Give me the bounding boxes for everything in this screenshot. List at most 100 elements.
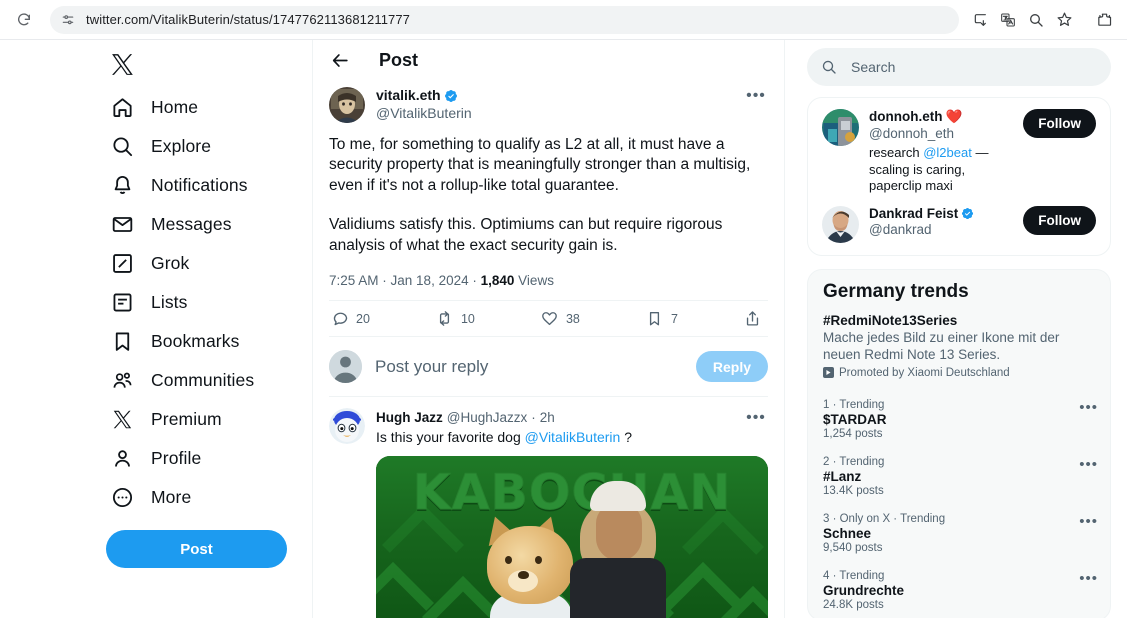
- toolbar-actions: [967, 7, 1117, 33]
- trend-more-options-icon[interactable]: •••: [1079, 456, 1098, 473]
- sidebar-item-label: Messages: [151, 214, 232, 234]
- x-icon: [110, 408, 134, 432]
- trend-item[interactable]: 4 · Trending Grundrechte 24.8K posts •••: [808, 563, 1110, 618]
- sidebar-item-bookmarks[interactable]: Bookmarks: [105, 322, 312, 361]
- trends-card: Germany trends #RedmiNote13Series Mache …: [807, 268, 1111, 618]
- address-bar[interactable]: twitter.com/VitalikButerin/status/174776…: [50, 5, 959, 34]
- reply-display-name: Hugh Jazz: [376, 409, 443, 425]
- post-action-bar: 20 10 38 7: [329, 300, 768, 338]
- post-more-options-icon[interactable]: •••: [744, 87, 768, 105]
- verified-badge-icon: [444, 89, 458, 103]
- sidebar-item-label: More: [151, 487, 192, 507]
- post-paragraph: Validiums satisfy this. Optimiums can bu…: [329, 216, 723, 254]
- repost-count: 10: [460, 311, 475, 326]
- search-box[interactable]: [807, 48, 1111, 86]
- post-button[interactable]: Post: [106, 530, 287, 568]
- sidebar-item-home[interactable]: Home: [105, 88, 312, 127]
- like-action[interactable]: 38: [541, 310, 580, 328]
- sidebar-item-label: Explore: [151, 136, 212, 156]
- follow-suggestion-row[interactable]: donnoh.eth ❤️ @donnoh_eth research @l2be…: [808, 98, 1110, 204]
- promoted-trend[interactable]: #RedmiNote13Series Mache jedes Bild zu e…: [808, 310, 1110, 392]
- trends-title: Germany trends: [823, 280, 969, 302]
- author-names: vitalik.eth @VitalikButerin: [376, 87, 744, 122]
- post-paragraph: To me, for something to qualify as L2 at…: [329, 136, 751, 194]
- search-input[interactable]: [851, 59, 1097, 75]
- search-icon: [110, 135, 134, 159]
- sidebar-item-profile[interactable]: Profile: [105, 439, 312, 478]
- reply-more-options-icon[interactable]: •••: [744, 408, 768, 426]
- bookmark-star-icon[interactable]: [1051, 7, 1077, 33]
- avatar[interactable]: [822, 109, 859, 146]
- trend-more-options-icon[interactable]: •••: [1079, 513, 1098, 530]
- reply-count: 20: [356, 311, 370, 326]
- envelope-icon: [110, 213, 134, 237]
- zoom-search-icon[interactable]: [1023, 7, 1049, 33]
- who-to-follow-card: donnoh.eth ❤️ @donnoh_eth research @l2be…: [807, 97, 1111, 256]
- translate-icon[interactable]: [995, 7, 1021, 33]
- trend-item[interactable]: 1 · Trending $TARDAR 1,254 posts •••: [808, 392, 1110, 449]
- site-settings-icon[interactable]: [60, 12, 76, 28]
- like-count: 38: [565, 311, 580, 326]
- follow-button[interactable]: Follow: [1023, 205, 1096, 235]
- follow-suggestion-bio: research @l2beat — scaling is caring, pa…: [869, 142, 1015, 195]
- sidebar-item-more[interactable]: More: [105, 478, 312, 517]
- url-text: twitter.com/VitalikButerin/status/174776…: [86, 12, 411, 27]
- post-time: 7:25 AM: [329, 273, 379, 289]
- reply-button[interactable]: Reply: [695, 351, 768, 383]
- install-app-icon[interactable]: [967, 7, 993, 33]
- share-icon: [744, 310, 762, 328]
- bookmark-action[interactable]: 7: [646, 310, 678, 328]
- person-figure: [558, 481, 676, 618]
- author-display-name-row: vitalik.eth: [376, 87, 744, 105]
- bell-icon: [110, 174, 134, 198]
- extensions-icon[interactable]: [1091, 7, 1117, 33]
- sidebar-item-grok[interactable]: Grok: [105, 244, 312, 283]
- trend-name: Schnee: [823, 525, 872, 541]
- reload-icon[interactable]: [10, 6, 38, 34]
- trend-item[interactable]: 3 · Only on X · Trending Schnee 9,540 po…: [808, 506, 1110, 563]
- author-handle: @VitalikButerin: [376, 104, 472, 121]
- sidebar-item-premium[interactable]: Premium: [105, 400, 312, 439]
- trend-post-count: 1,254 posts: [823, 427, 883, 440]
- share-action[interactable]: [744, 310, 762, 328]
- reply-action[interactable]: 20: [331, 310, 370, 328]
- back-arrow-icon[interactable]: [329, 49, 351, 71]
- sidebar-item-messages[interactable]: Messages: [105, 205, 312, 244]
- views-label: Views: [518, 273, 554, 289]
- reply-mention-link[interactable]: @VitalikButerin: [525, 429, 621, 445]
- views-count: 1,840: [480, 273, 515, 289]
- reply-text-before: Is this your favorite dog: [376, 429, 525, 446]
- follow-suggestion-row[interactable]: Dankrad Feist @dankrad Follow: [808, 204, 1110, 255]
- x-logo[interactable]: [105, 42, 151, 86]
- sidebar-item-explore[interactable]: Explore: [105, 127, 312, 166]
- trend-more-options-icon[interactable]: •••: [1079, 570, 1098, 587]
- sidebar-item-label: Lists: [151, 292, 188, 312]
- trend-item[interactable]: 2 · Trending #Lanz 13.4K posts •••: [808, 449, 1110, 506]
- heart-emoji-icon: ❤️: [945, 109, 963, 124]
- trend-name: #Lanz: [823, 468, 862, 484]
- repost-action[interactable]: 10: [436, 310, 475, 328]
- reply-input[interactable]: [375, 356, 683, 377]
- avatar[interactable]: [329, 350, 362, 384]
- right-sidebar: donnoh.eth ❤️ @donnoh_eth research @l2be…: [785, 40, 1127, 618]
- promoted-badge-icon: [823, 367, 834, 379]
- meta-separator: ·: [468, 273, 481, 289]
- avatar[interactable]: [329, 87, 365, 123]
- repost-icon: [436, 310, 454, 328]
- browser-toolbar: twitter.com/VitalikButerin/status/174776…: [0, 0, 1127, 40]
- bio-mention-link[interactable]: @l2beat: [923, 145, 972, 160]
- sidebar-item-lists[interactable]: Lists: [105, 283, 312, 322]
- sidebar-item-notifications[interactable]: Notifications: [105, 166, 312, 205]
- post-column: Post vitalik.eth @VitalikButerin ••• To …: [313, 40, 785, 618]
- reply-media-image[interactable]: KABOCHAN: [376, 456, 768, 618]
- trend-name: $TARDAR: [823, 411, 887, 427]
- trend-post-count: 24.8K posts: [823, 598, 884, 611]
- post-text: To me, for something to qualify as L2 at…: [329, 123, 768, 256]
- trend-post-count: 9,540 posts: [823, 541, 883, 554]
- heart-icon: [541, 310, 559, 328]
- trend-more-options-icon[interactable]: •••: [1079, 399, 1098, 416]
- follow-button[interactable]: Follow: [1023, 109, 1096, 138]
- sidebar-item-communities[interactable]: Communities: [105, 361, 312, 400]
- avatar[interactable]: [822, 205, 859, 243]
- avatar[interactable]: [329, 408, 365, 445]
